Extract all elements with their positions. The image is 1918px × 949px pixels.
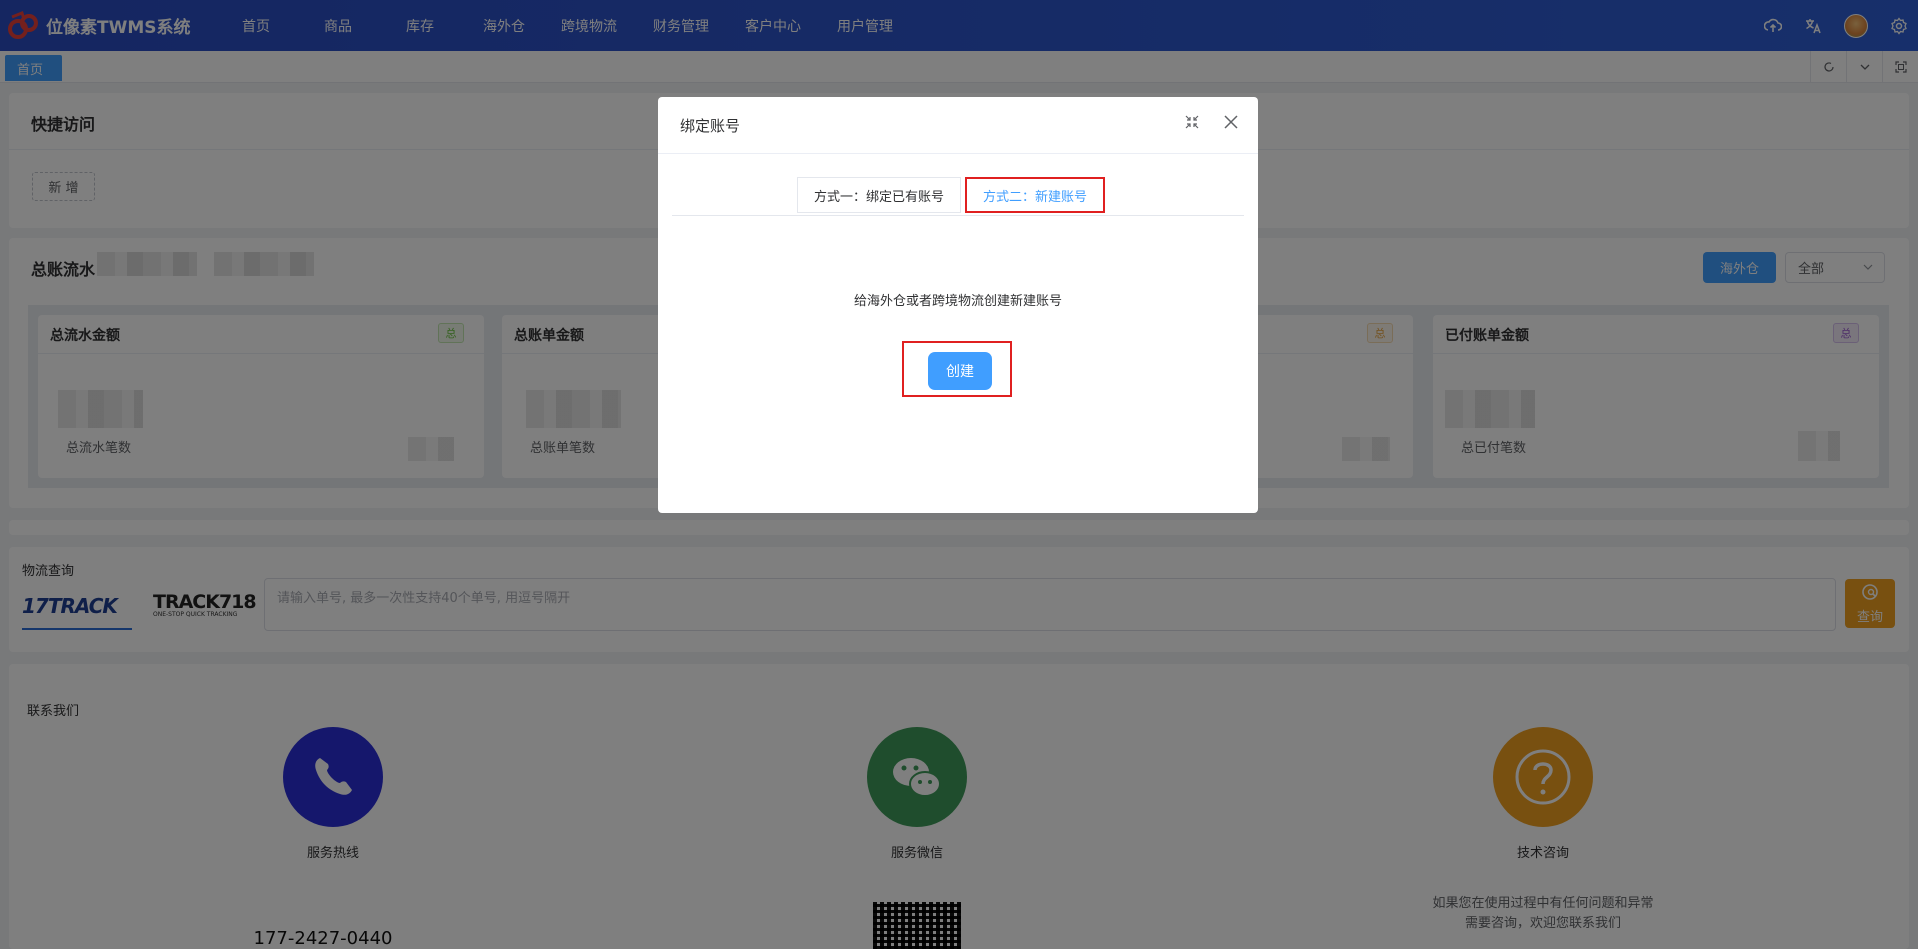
tab-bind-existing[interactable]: 方式一：绑定已有账号: [797, 177, 962, 213]
tab-create-new[interactable]: 方式二：新建账号: [965, 177, 1106, 213]
tabs-divider: [672, 215, 1244, 216]
dialog-description: 给海外仓或者跨境物流创建新建账号: [853, 294, 1062, 309]
close-icon[interactable]: [1222, 113, 1240, 131]
dialog-header-divider: [658, 153, 1258, 154]
dialog-tabs: 方式一：绑定已有账号 方式二：新建账号: [797, 177, 1106, 213]
create-highlight: 创建: [902, 341, 1012, 397]
minimize-icon[interactable]: [1184, 114, 1200, 130]
create-button[interactable]: 创建: [928, 352, 992, 390]
bind-account-dialog: 绑定账号 方式一：绑定已有账号 方式二：新建账号 给海外仓或者跨境物流创建新建账…: [658, 97, 1258, 513]
dialog-title: 绑定账号: [680, 117, 741, 135]
